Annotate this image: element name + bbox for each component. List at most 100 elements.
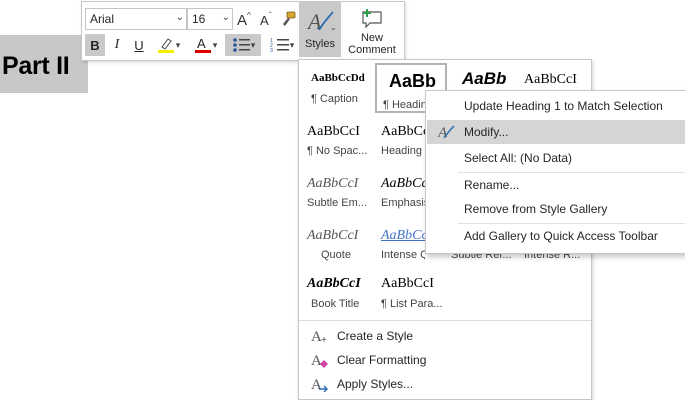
- chevron-down-icon: ⌄: [221, 12, 230, 23]
- style-name: Emphasis: [381, 197, 425, 209]
- style-context-menu: Update Heading 1 to Match Selection A Mo…: [425, 90, 685, 254]
- svg-text:A: A: [438, 125, 448, 140]
- format-painter-button[interactable]: [278, 8, 298, 30]
- paintbrush-icon: [283, 11, 296, 26]
- style-name: Heading 2: [381, 145, 425, 157]
- style-sample: AaBb: [462, 69, 507, 88]
- font-color-swatch: [194, 50, 211, 53]
- styles-label: Styles: [305, 38, 335, 50]
- modify-style-icon: A: [437, 124, 456, 143]
- menu-item-label: Update Heading 1 to Match Selection: [464, 99, 663, 113]
- menu-item-label: Select All: (No Data): [464, 151, 573, 165]
- font-color-button[interactable]: A ▾: [188, 34, 222, 56]
- menu-item-modify[interactable]: A Modify...: [427, 120, 685, 144]
- bullets-button[interactable]: ▾: [225, 34, 261, 56]
- svg-text:A: A: [237, 12, 247, 27]
- chevron-down-icon: ▾: [175, 39, 181, 50]
- shrink-font-icon: Aˇ: [260, 11, 272, 27]
- create-style-icon: A +: [311, 328, 333, 344]
- clear-formatting-label: Clear Formatting: [337, 353, 427, 367]
- styles-button[interactable]: A ⌄ Styles: [299, 2, 341, 57]
- heading-text: Part II: [2, 52, 70, 80]
- style-name: ¶ List Para...: [381, 298, 443, 310]
- italic-icon: I: [114, 37, 120, 52]
- svg-text:A: A: [311, 353, 322, 368]
- menu-item-rename[interactable]: Rename...: [427, 173, 685, 197]
- style-sample: AaBbCcI: [307, 176, 359, 191]
- style-sample: AaBbCcI: [524, 72, 577, 87]
- underline-button[interactable]: U: [129, 34, 149, 56]
- font-size-combo[interactable]: 16 ⌄: [187, 8, 233, 30]
- highlighter-icon: [157, 38, 174, 53]
- svg-text:ˇ: ˇ: [269, 11, 272, 20]
- style-book-title[interactable]: AaBbCcI Book Title: [299, 268, 371, 316]
- grow-font-button[interactable]: A ^: [235, 8, 255, 30]
- text-highlight-button[interactable]: ▾: [151, 34, 185, 56]
- chevron-down-icon: ▾: [212, 39, 218, 50]
- chevron-down-icon: ▾: [250, 39, 256, 50]
- new-comment-button[interactable]: New Comment: [345, 2, 399, 57]
- menu-item-add-gallery-to-qat[interactable]: Add Gallery to Quick Access Toolbar: [427, 224, 685, 248]
- grow-font-icon: A ^: [237, 11, 251, 27]
- menu-item-label: Remove from Style Gallery: [464, 202, 608, 216]
- style-subtle-emphasis[interactable]: AaBbCcI Subtle Em...: [299, 168, 371, 216]
- create-style-button[interactable]: A + Create a Style: [311, 325, 581, 347]
- apply-styles-button[interactable]: A Apply Styles...: [311, 373, 581, 395]
- gallery-divider: [299, 320, 591, 321]
- font-name-combo[interactable]: Arial ⌄: [85, 8, 187, 30]
- new-comment-icon: [362, 9, 382, 29]
- style-heading-2[interactable]: AaBbCcI Heading 2: [373, 116, 425, 164]
- svg-text:3: 3: [270, 48, 273, 53]
- style-name: Subtle Em...: [307, 197, 367, 209]
- style-sample: AaBbCcI: [381, 228, 425, 243]
- style-name: Intense Q...: [381, 249, 425, 261]
- style-intense-quote[interactable]: AaBbCcI Intense Q...: [373, 220, 425, 268]
- style-sample: AaBbCcI: [381, 124, 425, 139]
- style-sample: AaBb: [389, 71, 437, 91]
- menu-item-label: Modify...: [464, 125, 509, 139]
- styles-icon: A ⌄: [307, 9, 337, 34]
- style-name: Book Title: [311, 298, 360, 310]
- bullets-icon: [232, 38, 250, 52]
- menu-item-remove-from-gallery[interactable]: Remove from Style Gallery: [427, 197, 685, 221]
- underline-icon: U: [134, 37, 144, 53]
- document-heading[interactable]: Part II: [0, 35, 88, 93]
- chevron-down-icon: ▾: [289, 39, 295, 50]
- style-list-paragraph[interactable]: AaBbCcI ¶ List Para...: [373, 268, 445, 316]
- style-no-spacing[interactable]: AaBbCcI ¶ No Spac...: [299, 116, 371, 164]
- style-caption[interactable]: AaBbCcDd ¶ Caption: [303, 64, 375, 112]
- svg-text:⌄: ⌄: [330, 23, 337, 32]
- svg-text:^: ^: [247, 11, 251, 20]
- style-emphasis[interactable]: AaBbCcI Emphasis: [373, 168, 425, 216]
- menu-item-label: Add Gallery to Quick Access Toolbar: [464, 229, 658, 243]
- shrink-font-button[interactable]: Aˇ: [257, 8, 277, 30]
- italic-button[interactable]: I: [107, 34, 127, 56]
- font-size-value: 16: [192, 12, 206, 26]
- bold-button[interactable]: B: [85, 34, 105, 56]
- style-sample: AaBbCcI: [307, 276, 361, 291]
- style-name: ¶ Caption: [311, 93, 358, 105]
- style-quote[interactable]: AaBbCcI Quote: [299, 220, 371, 268]
- menu-item-update-heading[interactable]: Update Heading 1 to Match Selection: [427, 94, 685, 118]
- numbering-button[interactable]: 1 2 3 ▾: [264, 34, 300, 56]
- bold-icon: B: [90, 37, 100, 53]
- style-sample: AaBbCcI: [381, 176, 425, 191]
- svg-text:+: +: [321, 335, 327, 344]
- chevron-down-icon: ⌄: [175, 12, 184, 23]
- eraser-icon: A: [311, 352, 333, 368]
- clear-formatting-button[interactable]: A Clear Formatting: [311, 349, 581, 371]
- svg-text:A: A: [197, 36, 206, 51]
- menu-item-label: Rename...: [464, 178, 520, 192]
- highlight-color-swatch: [157, 50, 174, 53]
- font-name-value: Arial: [90, 12, 115, 26]
- style-sample: AaBbCcI: [307, 124, 360, 139]
- style-sample: AaBbCcDd: [311, 72, 365, 84]
- numbering-icon: 1 2 3: [270, 38, 289, 53]
- style-sample: AaBbCcI: [307, 228, 359, 243]
- menu-item-select-all[interactable]: Select All: (No Data): [427, 146, 685, 170]
- style-sample: AaBbCcI: [381, 276, 434, 291]
- apply-styles-icon: A: [311, 376, 333, 392]
- style-name: ¶ No Spac...: [307, 145, 368, 157]
- style-name: Quote: [321, 249, 351, 261]
- create-style-label: Create a Style: [337, 329, 414, 343]
